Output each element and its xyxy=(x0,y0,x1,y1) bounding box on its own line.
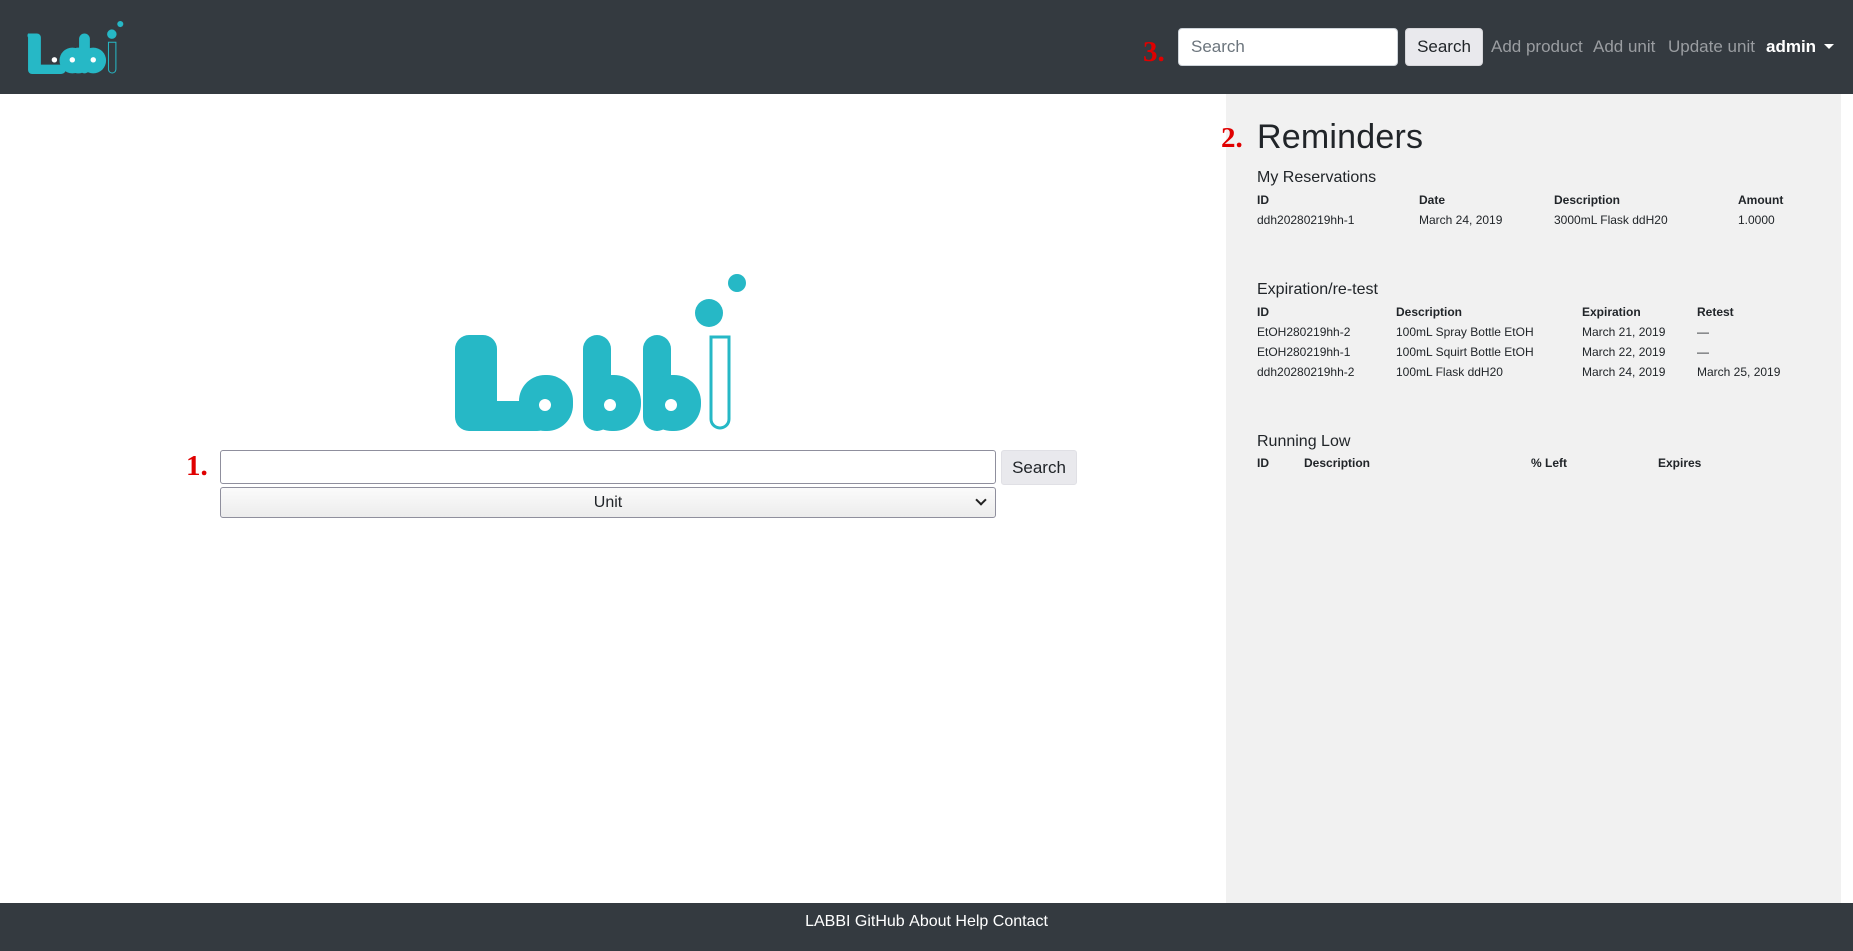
main-search-input[interactable] xyxy=(220,450,996,484)
footer-link-github[interactable]: GitHub xyxy=(855,913,905,930)
nav-link-update-unit[interactable]: Update unit xyxy=(1668,37,1755,57)
expiration-title: Expiration/re-test xyxy=(1257,281,1378,298)
table-row-cell: 100mL Flask ddH20 xyxy=(1396,365,1503,379)
table-row-cell: March 22, 2019 xyxy=(1582,345,1666,359)
reservations-header-amount: Amount xyxy=(1738,193,1784,207)
nav-link-add-unit[interactable]: Add unit xyxy=(1593,37,1655,57)
footer-link-help[interactable]: Help xyxy=(955,913,988,930)
reservations-header-description: Description xyxy=(1554,193,1621,207)
table-row-cell: ddh20280219hh-2 xyxy=(1257,365,1355,379)
navbar: 3. Search Add product Add unit Update un… xyxy=(0,0,1853,94)
user-menu[interactable]: admin xyxy=(1766,37,1835,57)
annotation-2: 2. xyxy=(1221,122,1243,154)
main-content: 1. Search Unit xyxy=(0,94,1226,903)
table-row-cell: — xyxy=(1697,345,1709,359)
expiration-header-description: Description xyxy=(1396,305,1463,319)
expiration-header-retest: Retest xyxy=(1697,305,1734,319)
reminders-title: Reminders xyxy=(1257,118,1424,156)
running-low-header-percent-left: % Left xyxy=(1531,456,1567,470)
running-low-header-expires: Expires xyxy=(1658,456,1702,470)
table-row-cell: 100mL Squirt Bottle EtOH xyxy=(1396,345,1534,359)
annotation-3: 3. xyxy=(1143,36,1165,68)
unit-select[interactable]: Unit xyxy=(220,487,996,518)
labbi-logo-icon[interactable] xyxy=(24,18,124,76)
reservations-header-date: Date xyxy=(1419,193,1446,207)
running-low-title: Running Low xyxy=(1257,433,1351,450)
table-row-cell: EtOH280219hh-2 xyxy=(1257,325,1351,339)
reservations-header-id: ID xyxy=(1257,193,1269,207)
table-row-cell: — xyxy=(1697,325,1709,339)
table-row-cell: 100mL Spray Bottle EtOH xyxy=(1396,325,1534,339)
annotation-1: 1. xyxy=(186,450,208,482)
table-row-cell: 3000mL Flask ddH20 xyxy=(1554,213,1668,227)
table-row-cell: ddh20280219hh-1 xyxy=(1257,213,1355,227)
footer-link-labbi[interactable]: LABBI xyxy=(805,913,850,930)
table-row-cell: EtOH280219hh-1 xyxy=(1257,345,1351,359)
footer-link-contact[interactable]: Contact xyxy=(993,913,1048,930)
table-row-cell: March 24, 2019 xyxy=(1582,365,1666,379)
footer-link-about[interactable]: About xyxy=(909,913,951,930)
main-search-button[interactable]: Search xyxy=(1001,450,1077,485)
footer: LABBI GitHub About Help Contact xyxy=(0,903,1853,951)
reservations-title: My Reservations xyxy=(1257,169,1377,186)
reminders-panel: 2. Reminders My Reservations ID Date Des… xyxy=(1221,94,1841,903)
nav-link-add-product[interactable]: Add product xyxy=(1491,37,1583,57)
nav-search-input[interactable] xyxy=(1178,28,1398,66)
labbi-hero-logo-icon xyxy=(455,274,746,431)
expiration-header-id: ID xyxy=(1257,305,1269,319)
chevron-down-icon xyxy=(975,494,987,506)
expiration-header-expiration: Expiration xyxy=(1582,305,1641,319)
table-row-cell: March 25, 2019 xyxy=(1697,365,1781,379)
caret-down-icon xyxy=(1824,44,1835,49)
running-low-header-id: ID xyxy=(1257,456,1269,470)
unit-select-value: Unit xyxy=(593,494,623,511)
table-row-cell: 1.0000 xyxy=(1738,213,1775,227)
running-low-header-description: Description xyxy=(1304,456,1371,470)
nav-search-button[interactable]: Search xyxy=(1405,28,1483,66)
user-name: admin xyxy=(1766,37,1817,56)
table-row-cell: March 24, 2019 xyxy=(1419,213,1503,227)
table-row-cell: March 21, 2019 xyxy=(1582,325,1666,339)
